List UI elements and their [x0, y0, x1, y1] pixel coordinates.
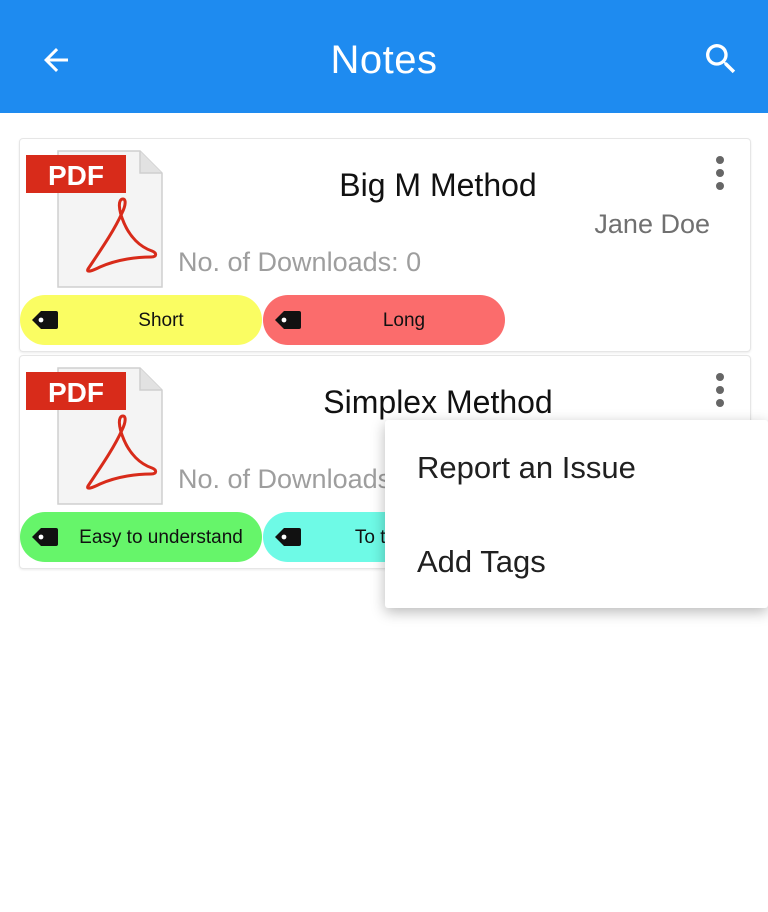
note-author: Jane Doe: [594, 209, 710, 239]
pdf-badge-text: PDF: [48, 377, 104, 408]
more-vert-icon: [716, 156, 724, 164]
menu-item-add-tags[interactable]: Add Tags: [417, 544, 546, 580]
more-options-button[interactable]: [704, 153, 736, 193]
pdf-badge-text: PDF: [48, 160, 104, 191]
pdf-file-icon: PDF: [26, 147, 166, 289]
tag-chip[interactable]: Easy to understand: [20, 512, 262, 562]
tag-icon: [32, 311, 58, 329]
menu-item-report-issue[interactable]: Report an Issue: [417, 450, 636, 486]
pdf-file-icon: PDF: [26, 364, 166, 506]
search-icon: [706, 44, 736, 74]
tag-label: Easy to understand: [79, 527, 243, 548]
note-title: Big M Method: [339, 167, 537, 203]
tag-label: Long: [382, 310, 426, 331]
note-title: Simplex Method: [323, 384, 553, 420]
tag-chip[interactable]: Long: [263, 295, 505, 345]
more-vert-icon: [716, 373, 724, 381]
app-bar: Notes: [0, 0, 768, 113]
more-options-button[interactable]: [704, 370, 736, 410]
overflow-menu: Report an Issue Add Tags: [385, 420, 768, 608]
page-title: Notes: [330, 38, 438, 82]
tag-label: Short: [138, 310, 184, 331]
tag-icon: [275, 528, 301, 546]
note-card[interactable]: PDF Big M Method Jane Doe No. of Downloa…: [19, 138, 751, 352]
tag-icon: [32, 528, 58, 546]
tag-icon: [275, 311, 301, 329]
tag-chip[interactable]: Short: [20, 295, 262, 345]
download-count: No. of Downloads: 0: [178, 247, 422, 277]
tag-row: Short Long: [20, 295, 750, 345]
search-button[interactable]: [698, 36, 744, 82]
